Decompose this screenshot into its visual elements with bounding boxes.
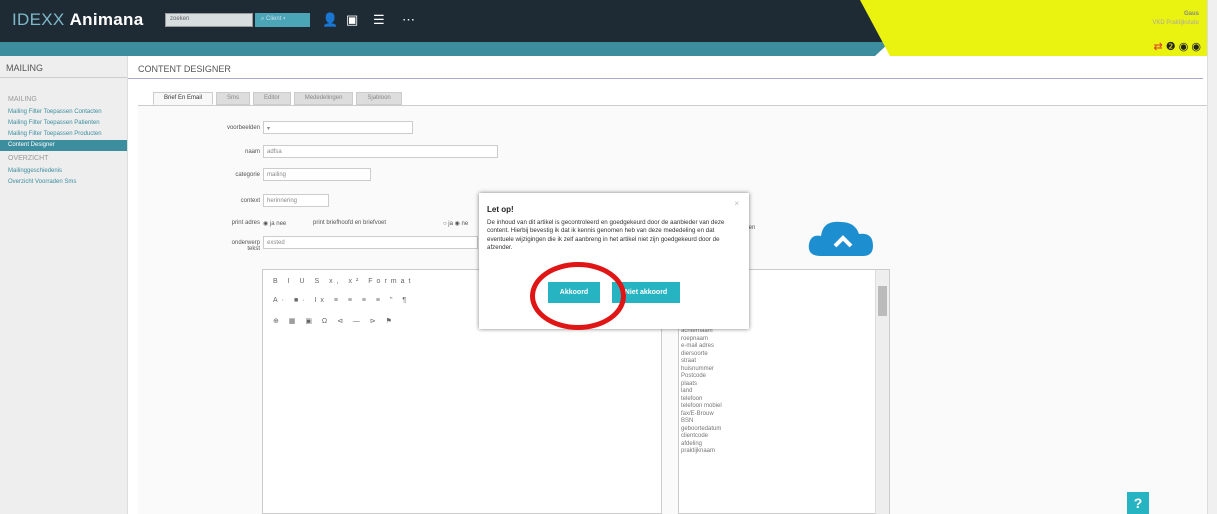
editor-toolbar-row1[interactable]: B I U S x, x² Format — [273, 278, 414, 285]
list-icon[interactable]: ☰ — [373, 12, 385, 28]
voorbeelden-select[interactable]: ▾ — [263, 121, 413, 134]
logo-prefix: IDEXX — [12, 10, 65, 29]
variable-item[interactable]: straat — [679, 358, 873, 366]
variable-item[interactable]: telefoon mobiel — [679, 403, 873, 411]
tab-1[interactable]: Sms — [216, 92, 251, 105]
variable-item[interactable]: afdeling — [679, 441, 873, 449]
sidebar-item-7[interactable]: Overzicht Voorraden Sms — [0, 177, 127, 188]
user-info[interactable]: Gaus VKD Praktijkstate — [1152, 10, 1199, 28]
voorbeelden-label: voorbeelden — [226, 125, 260, 131]
cloud-upload-icon[interactable] — [805, 216, 877, 260]
divider — [128, 78, 1203, 79]
editor-toolbar-row2[interactable]: A· ■· Ix ≡ ≡ ≡ ≡ " ¶ — [273, 297, 410, 304]
sidebar-menu: MAILING Mailing Filter Toepassen Contacte… — [0, 78, 127, 188]
variable-item[interactable]: plaats — [679, 381, 873, 389]
variable-item[interactable]: land — [679, 388, 873, 396]
page-scrollbar[interactable] — [1207, 0, 1217, 514]
variable-item[interactable]: huisnummer — [679, 366, 873, 374]
dialog-title: Let op! — [487, 205, 514, 214]
help-circle-icon[interactable]: ❷ — [1166, 41, 1176, 53]
variable-item[interactable]: praktijknaam — [679, 448, 873, 456]
variable-item[interactable]: diersoorte — [679, 351, 873, 359]
onderwerp-input[interactable]: exsted — [263, 236, 478, 249]
naam-input[interactable]: adfsa — [263, 145, 498, 158]
sidebar-item-2[interactable]: Mailing Filter Toepassen Patienten — [0, 118, 127, 129]
flag-icon[interactable]: ⇄ — [1154, 41, 1163, 53]
naam-label: naam — [244, 149, 260, 155]
variables-scrollbar[interactable] — [875, 270, 889, 514]
dialog-message: De inhoud van dit artikel is gecontrolee… — [487, 219, 725, 251]
tekst-label: tekst — [247, 246, 260, 252]
user-org: VKD Praktijkstate — [1152, 20, 1199, 26]
teal-stripe — [0, 42, 890, 56]
search-input[interactable]: zoeken — [165, 13, 253, 27]
app-logo[interactable]: IDEXX Animana — [12, 10, 143, 30]
tab-3[interactable]: Mededelingen — [293, 92, 354, 105]
calendar-icon[interactable]: ▣ — [346, 12, 358, 28]
sidebar-item-4[interactable]: Content Designer — [0, 140, 127, 151]
client-button-label: Client — [266, 16, 282, 22]
variable-item[interactable]: e-mail adres — [679, 343, 873, 351]
variable-item[interactable]: achternaam — [679, 328, 873, 336]
client-button[interactable]: ⌕ Client ▾ — [255, 13, 310, 27]
context-select[interactable]: herinnering — [263, 194, 329, 207]
scroll-thumb[interactable] — [878, 286, 887, 316]
print-adres-radios[interactable]: ◉ ja nee — [263, 220, 286, 227]
tab-2[interactable]: Editor — [253, 92, 291, 105]
sidebar-item-3[interactable]: Mailing Filter Toepassen Producten — [0, 129, 127, 140]
sidebar-item-1[interactable]: Mailing Filter Toepassen Contacten — [0, 107, 127, 118]
help-button[interactable]: ? — [1127, 492, 1149, 514]
editor-toolbar-row3[interactable]: ⊕ ▦ ▣ Ω ⊲ — ⊳ ⚑ — [273, 317, 396, 325]
variable-item[interactable]: telefoon — [679, 396, 873, 404]
variables-items: achternaam roepnaam e-mail adres diersoorte… — [679, 328, 873, 456]
more-icon[interactable]: ⋯ — [402, 12, 415, 28]
tab-bar: Brief En Email Sms Editor Mededelingen Sjabl… — [153, 92, 402, 106]
utility-icons: ⇄ ❷ ◉ ◉ — [1154, 40, 1202, 53]
power-icon[interactable]: ◉ — [1191, 41, 1201, 53]
logo-name: Animana — [69, 10, 144, 29]
sidebar-item-6[interactable]: Mailinggeschiedenis — [0, 166, 127, 177]
sidebar-item-5: OVERZICHT — [8, 155, 49, 162]
variable-item[interactable]: fax/E-Brouw — [679, 411, 873, 419]
sidebar-item-0: MAILING — [8, 96, 37, 103]
categorie-label: categorie — [235, 172, 260, 178]
tab-0[interactable]: Brief En Email — [153, 92, 214, 105]
page-title: CONTENT DESIGNER — [138, 64, 231, 74]
variable-item[interactable]: geboortedatum — [679, 426, 873, 434]
variable-item[interactable]: clientcode — [679, 433, 873, 441]
close-icon[interactable]: × — [734, 199, 739, 208]
briefhoofd-label: print briefhoofd en briefvoet — [313, 220, 387, 226]
tab-4[interactable]: Sjabloon — [356, 92, 402, 105]
print-adres-label: print adres — [231, 220, 260, 226]
variable-item[interactable]: Postcode — [679, 373, 873, 381]
context-label: context — [240, 198, 260, 204]
highlight-circle — [530, 262, 626, 330]
sidebar: MAILING MAILING Mailing Filter Toepassen … — [0, 56, 128, 514]
add-user-icon[interactable]: 👤 — [322, 12, 338, 28]
variable-item[interactable]: roepnaam — [679, 336, 873, 344]
sidebar-header: MAILING — [0, 56, 127, 78]
briefhoofd-radios[interactable]: ○ ja ◉ ne — [443, 220, 468, 227]
variable-item[interactable]: BSN — [679, 418, 873, 426]
categorie-select[interactable]: mailing — [263, 168, 371, 181]
user-name: Gaus — [1183, 11, 1199, 17]
settings-circle-icon[interactable]: ◉ — [1179, 41, 1189, 53]
